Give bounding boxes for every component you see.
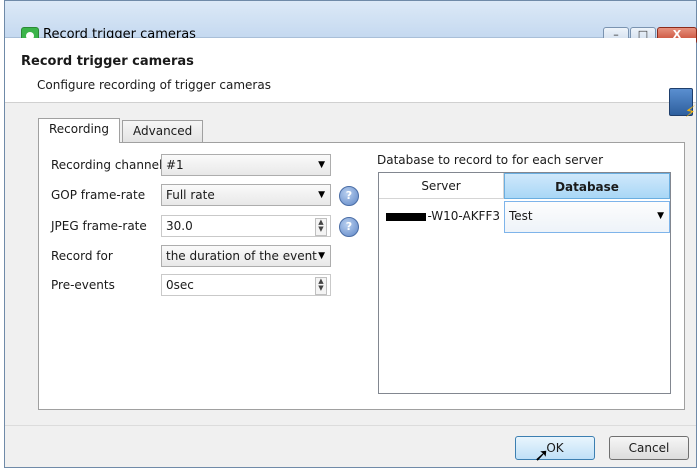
recording-channel-value: #1 (166, 158, 184, 172)
chevron-down-icon: ▼ (318, 190, 325, 200)
spinner-icon[interactable]: ▲ ▼ (315, 277, 327, 295)
server-cell: -W10-AKFF3 (379, 201, 504, 231)
record-for-select[interactable]: the duration of the event ▼ (161, 245, 331, 267)
column-header-server[interactable]: Server (379, 173, 504, 199)
tab-advanced[interactable]: Advanced (122, 120, 204, 142)
jpeg-frame-rate-input[interactable]: 30.0 ▲ ▼ (161, 215, 331, 237)
chevron-down-icon: ▼ (318, 251, 325, 261)
pre-events-label: Pre-events (51, 278, 115, 292)
server-database-grid: Server Database -W10-AKFF3 Test ▼ (378, 172, 671, 394)
dialog-window: Record trigger cameras – □ X Record trig… (4, 0, 697, 468)
gop-frame-rate-label: GOP frame-rate (51, 188, 146, 202)
film-trigger-icon (669, 88, 696, 121)
chevron-down-icon: ▼ (657, 211, 664, 221)
header-title: Record trigger cameras (21, 54, 194, 69)
redaction-bar (386, 212, 427, 221)
record-for-value: the duration of the event (166, 249, 317, 263)
pre-events-value: 0sec (166, 278, 194, 292)
jpeg-frame-rate-value: 30.0 (166, 219, 193, 233)
footer-divider (5, 425, 696, 426)
help-icon[interactable]: ? (339, 217, 359, 237)
record-for-label: Record for (51, 249, 113, 263)
column-header-database[interactable]: Database (504, 173, 670, 199)
chevron-down-icon: ▼ (318, 160, 325, 170)
gop-frame-rate-select[interactable]: Full rate ▼ (161, 184, 331, 206)
database-section-label: Database to record to for each server (377, 153, 603, 167)
recording-panel: Recording channel #1 ▼ GOP frame-rate Fu… (38, 142, 685, 410)
pre-events-input[interactable]: 0sec ▲ ▼ (161, 274, 331, 296)
cancel-button[interactable]: Cancel (609, 436, 689, 460)
title-bar: Record trigger cameras – □ X (5, 1, 697, 45)
database-value: Test (509, 209, 533, 223)
mouse-cursor-icon: ➚ (534, 445, 550, 466)
database-select[interactable]: Test ▼ (504, 201, 670, 233)
header-subtitle: Configure recording of trigger cameras (37, 78, 271, 92)
recording-channel-select[interactable]: #1 ▼ (161, 154, 331, 176)
help-icon[interactable]: ? (339, 186, 359, 206)
recording-channel-label: Recording channel (51, 158, 163, 172)
gop-frame-rate-value: Full rate (166, 188, 215, 202)
dialog-header: Record trigger cameras Configure recordi… (5, 38, 696, 121)
jpeg-frame-rate-label: JPEG frame-rate (51, 219, 147, 233)
ok-button[interactable]: OK (515, 436, 595, 460)
spinner-icon[interactable]: ▲ ▼ (315, 218, 327, 236)
tab-recording[interactable]: Recording (38, 118, 121, 143)
